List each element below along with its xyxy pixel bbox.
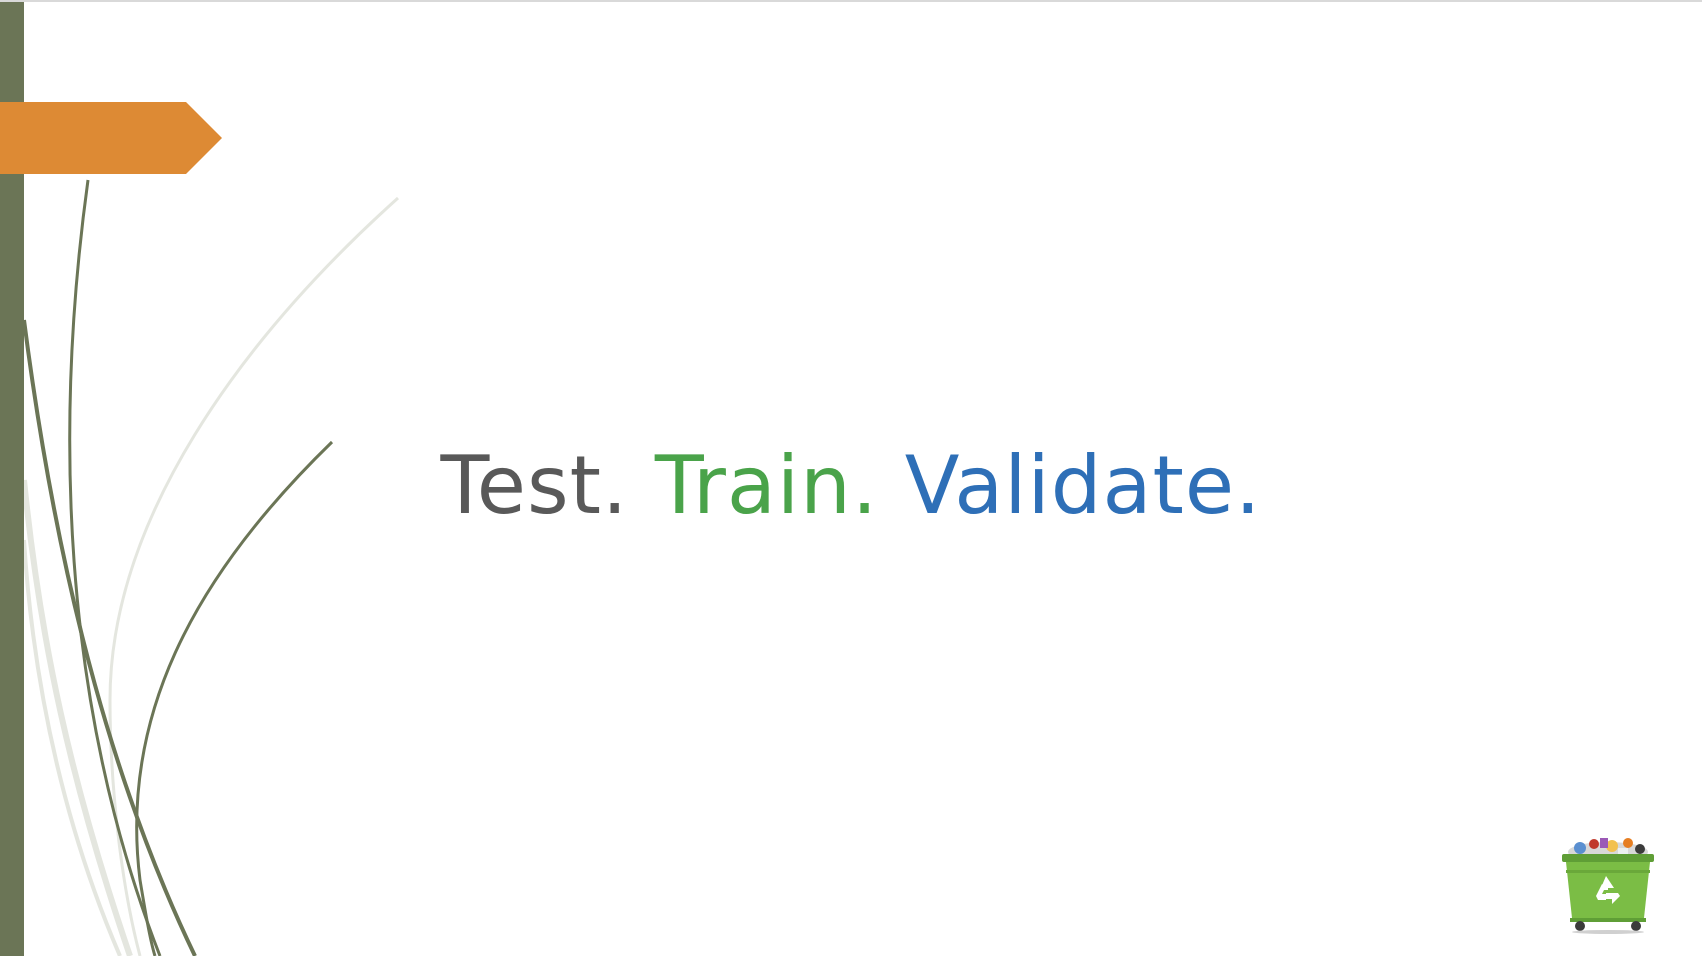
slide-title: Test. Train. Validate. (0, 436, 1702, 536)
orange-tag-shape (0, 102, 222, 174)
grass-curve-light-1 (108, 196, 400, 956)
recycling-dumpster-icon (1562, 838, 1654, 934)
grass-curve-dark-1 (22, 319, 197, 956)
title-word-validate: Validate. (904, 439, 1262, 532)
title-word-train: Train. (654, 439, 879, 532)
grass-curve-light-2 (21, 479, 133, 956)
title-word-test: Test. (440, 439, 629, 532)
slide: Test. Train. Validate. (0, 0, 1702, 956)
